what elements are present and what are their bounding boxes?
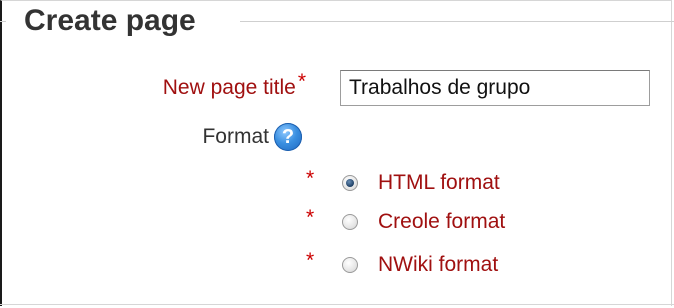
format-option-label[interactable]: Creole format [378,210,505,234]
required-marker: * [297,70,306,93]
help-icon[interactable]: ? [274,123,302,151]
format-label: Format [202,125,269,148]
section-legend: Create page [18,2,202,40]
fieldset-border-right [240,21,674,22]
fieldset-border-left [0,21,6,22]
required-marker: * [306,249,315,272]
format-option-label[interactable]: NWiki format [378,253,498,277]
page-title-input[interactable] [340,70,650,106]
radio-nwiki-format[interactable] [342,257,358,273]
format-option-creole[interactable]: * Creole format [306,206,505,237]
fieldset-border-bottom [0,304,674,305]
radio-html-format[interactable] [342,175,358,191]
required-marker: * [306,206,315,229]
format-option-html[interactable]: * HTML format [306,167,500,198]
format-option-nwiki[interactable]: * NWiki format [306,249,498,280]
page-title-label: New page title* [162,70,306,101]
format-option-label[interactable]: HTML format [378,171,500,195]
radio-creole-format[interactable] [342,214,358,230]
page-title-label-text: New page title [162,76,296,99]
required-marker: * [306,167,315,190]
